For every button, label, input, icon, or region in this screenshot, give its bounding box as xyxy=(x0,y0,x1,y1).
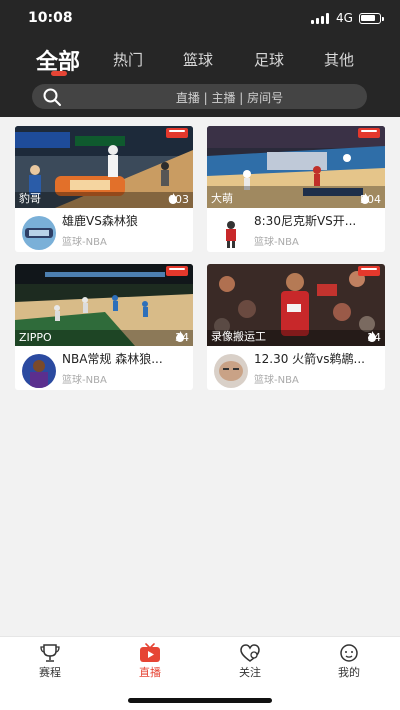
viewer-count: 14 xyxy=(367,331,381,344)
tab-football[interactable]: 足球 xyxy=(254,49,284,70)
streamer-name: ZIPPO xyxy=(19,331,52,344)
nav-profile-label: 我的 xyxy=(338,666,360,679)
avatar xyxy=(22,216,56,250)
streamer-name: 大萌 xyxy=(211,192,233,205)
tab-other[interactable]: 其他 xyxy=(324,49,354,70)
stream-category: 篮球-NBA xyxy=(254,375,299,386)
stream-card[interactable]: ZIPPO 34 NBA常规 森林狼... 篮球-NBA xyxy=(15,264,193,390)
live-badge xyxy=(166,266,188,276)
stream-title: 雄鹿VS森林狼 xyxy=(62,214,138,228)
stream-category: 篮球-NBA xyxy=(254,237,299,248)
stream-category: 篮球-NBA xyxy=(62,237,107,248)
home-indicator xyxy=(128,698,272,703)
flame-icon xyxy=(361,193,369,204)
viewer-count: 603 xyxy=(168,193,189,206)
network-type: 4G xyxy=(336,11,353,25)
streamer-name: 豹哥 xyxy=(19,192,41,205)
search-placeholder: 直播 | 主播 | 房间号 xyxy=(175,91,284,105)
stream-card[interactable]: 录像搬运工 14 12.30 火箭vs鹈鹕... 篮球-NBA xyxy=(207,264,385,390)
nav-live-label: 直播 xyxy=(139,666,161,679)
trophy-icon xyxy=(40,644,60,662)
stream-thumbnail: 豹哥 603 xyxy=(15,126,193,208)
stream-title: 8:30尼克斯VS开... xyxy=(254,214,357,228)
stream-thumbnail: 录像搬运工 14 xyxy=(207,264,385,346)
avatar xyxy=(214,216,248,250)
stream-category: 篮球-NBA xyxy=(62,375,107,386)
avatar xyxy=(22,354,56,388)
nav-follow-label: 关注 xyxy=(239,666,261,679)
nav-live[interactable]: 直播 xyxy=(110,637,190,681)
live-badge xyxy=(358,266,380,276)
active-tab-indicator xyxy=(51,71,67,76)
heart-icon xyxy=(240,644,260,662)
profile-icon xyxy=(340,644,358,662)
battery-icon xyxy=(359,13,384,24)
avatar xyxy=(214,354,248,388)
stream-card[interactable]: 豹哥 603 雄鹿VS森林狼 篮球-NBA xyxy=(15,126,193,252)
status-time: 10:08 xyxy=(28,10,73,26)
stream-title: 12.30 火箭vs鹈鹕... xyxy=(254,352,365,366)
tab-hot[interactable]: 热门 xyxy=(113,49,143,70)
top-header: 10:08 4G 全部 热门 篮球 足球 其他 直播 | 主播 | 房间号 xyxy=(0,0,400,117)
stream-card[interactable]: 大萌 504 8:30尼克斯VS开... 篮球-NBA xyxy=(207,126,385,252)
flame-icon xyxy=(176,331,184,342)
stream-thumbnail: ZIPPO 34 xyxy=(15,264,193,346)
live-badge xyxy=(166,128,188,138)
streamer-name: 录像搬运工 xyxy=(211,330,266,343)
nav-follow[interactable]: 关注 xyxy=(210,637,290,681)
live-badge xyxy=(358,128,380,138)
tab-basketball[interactable]: 篮球 xyxy=(183,49,213,70)
signal-icon xyxy=(311,13,331,24)
live-tv-icon xyxy=(140,643,160,662)
nav-schedule[interactable]: 赛程 xyxy=(10,637,90,681)
stream-thumbnail: 大萌 504 xyxy=(207,126,385,208)
viewer-count: 504 xyxy=(360,193,381,206)
flame-icon xyxy=(368,331,376,342)
viewer-count: 34 xyxy=(175,331,189,344)
stream-title: NBA常规 森林狼... xyxy=(62,352,163,366)
status-bar: 10:08 4G xyxy=(0,0,400,36)
nav-schedule-label: 赛程 xyxy=(39,666,61,679)
search-input[interactable]: 直播 | 主播 | 房间号 xyxy=(32,84,367,109)
nav-profile[interactable]: 我的 xyxy=(309,637,389,681)
flame-icon xyxy=(169,193,177,204)
